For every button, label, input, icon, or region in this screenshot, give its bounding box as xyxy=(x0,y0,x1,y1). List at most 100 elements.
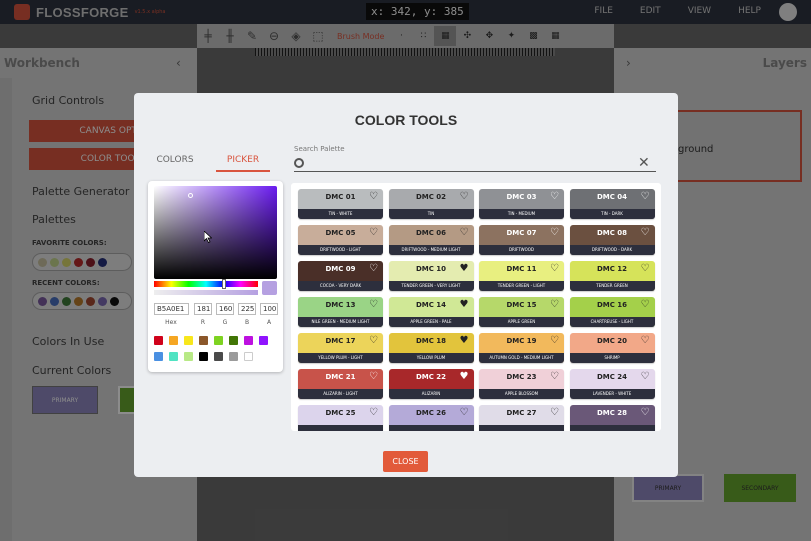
heart-outline-icon[interactable]: ♡ xyxy=(369,408,378,418)
thread-card[interactable]: DMC 08 ♡ DRIFTWOOD - DARK xyxy=(569,225,655,255)
heart-filled-icon[interactable]: ♥ xyxy=(460,372,469,382)
heart-outline-icon[interactable]: ♡ xyxy=(641,228,650,238)
preset-color-swatch[interactable] xyxy=(184,352,193,361)
thread-description: ALIZARIN - LIGHT xyxy=(298,389,383,399)
search-label: Search Palette xyxy=(294,145,345,153)
thread-card[interactable]: DMC 28 ♡ xyxy=(569,405,655,431)
saturation-value-area[interactable] xyxy=(154,186,277,279)
preset-color-swatch[interactable] xyxy=(244,352,253,361)
thread-card[interactable]: DMC 20 ♡ SHRIMP xyxy=(569,333,655,363)
thread-card[interactable]: DMC 25 ♡ xyxy=(298,405,383,431)
thread-description: TIN - MEDIUM xyxy=(479,209,564,219)
heart-outline-icon[interactable]: ♡ xyxy=(550,300,559,310)
thread-card[interactable]: DMC 04 ♡ TIN - DARK xyxy=(569,189,655,219)
thread-card[interactable]: DMC 23 ♡ APPLE BLOSSOM xyxy=(479,369,564,399)
heart-outline-icon[interactable]: ♡ xyxy=(550,336,559,346)
hue-handle[interactable] xyxy=(222,279,226,289)
preset-color-swatch[interactable] xyxy=(229,336,238,345)
tab-colors[interactable]: COLORS xyxy=(148,150,202,172)
preset-color-swatch[interactable] xyxy=(214,352,223,361)
thread-card[interactable]: DMC 15 ♡ APPLE GREEN xyxy=(479,297,564,327)
thread-card[interactable]: DMC 12 ♡ TENDER GREEN xyxy=(569,261,655,291)
heart-outline-icon[interactable]: ♡ xyxy=(550,192,559,202)
thread-card[interactable]: DMC 10 ♥ TENDER GREEN - VERY LIGHT xyxy=(388,261,474,291)
thread-description: NILE GREEN - MEDIUM LIGHT xyxy=(298,317,383,327)
hex-input[interactable]: B5A0E1 xyxy=(154,303,189,315)
heart-outline-icon[interactable]: ♡ xyxy=(550,228,559,238)
preset-color-swatch[interactable] xyxy=(154,352,163,361)
heart-filled-icon[interactable]: ♥ xyxy=(460,300,469,310)
preset-color-swatch[interactable] xyxy=(259,336,268,345)
thread-card[interactable]: DMC 13 ♡ NILE GREEN - MEDIUM LIGHT xyxy=(298,297,383,327)
heart-outline-icon[interactable]: ♡ xyxy=(369,192,378,202)
heart-outline-icon[interactable]: ♡ xyxy=(641,336,650,346)
thread-card[interactable]: DMC 06 ♡ DRIFTWOOD - MEDIUM LIGHT xyxy=(388,225,474,255)
close-button[interactable]: CLOSE xyxy=(383,451,428,472)
heart-outline-icon[interactable]: ♡ xyxy=(550,408,559,418)
thread-card[interactable]: DMC 05 ♡ DRIFTWOOD - LIGHT xyxy=(298,225,383,255)
thread-card[interactable]: DMC 27 ♡ xyxy=(479,405,564,431)
r-input[interactable]: 181 xyxy=(194,303,212,315)
preset-color-swatch[interactable] xyxy=(214,336,223,345)
thread-card[interactable]: DMC 22 ♥ ALIZARIN xyxy=(388,369,474,399)
heart-outline-icon[interactable]: ♡ xyxy=(641,264,650,274)
preset-color-swatch[interactable] xyxy=(199,336,208,345)
clear-search-icon[interactable]: ✕ xyxy=(638,155,650,171)
thread-description xyxy=(298,425,383,431)
thread-description xyxy=(388,425,474,431)
g-input[interactable]: 160 xyxy=(216,303,234,315)
heart-outline-icon[interactable]: ♡ xyxy=(369,372,378,382)
heart-outline-icon[interactable]: ♡ xyxy=(641,192,650,202)
hue-slider[interactable] xyxy=(154,281,258,287)
thread-card[interactable]: DMC 26 ♡ xyxy=(388,405,474,431)
thread-card[interactable]: DMC 01 ♡ TIN - WHITE xyxy=(298,189,383,219)
thread-card[interactable]: DMC 03 ♡ TIN - MEDIUM xyxy=(479,189,564,219)
preset-color-swatch[interactable] xyxy=(229,352,238,361)
heart-outline-icon[interactable]: ♡ xyxy=(641,372,650,382)
heart-outline-icon[interactable]: ♡ xyxy=(460,228,469,238)
thread-card[interactable]: DMC 21 ♡ ALIZARIN - LIGHT xyxy=(298,369,383,399)
thread-card[interactable]: DMC 09 ♡ COCOA - VERY DARK xyxy=(298,261,383,291)
heart-outline-icon[interactable]: ♡ xyxy=(641,408,650,418)
alpha-slider[interactable] xyxy=(154,290,258,295)
preset-color-swatch[interactable] xyxy=(184,336,193,345)
heart-outline-icon[interactable]: ♡ xyxy=(550,372,559,382)
tab-picker[interactable]: PICKER xyxy=(216,150,270,172)
search-input[interactable] xyxy=(294,171,656,172)
heart-filled-icon[interactable]: ♥ xyxy=(460,336,469,346)
b-label: B xyxy=(244,319,250,326)
thread-description: DRIFTWOOD - MEDIUM LIGHT xyxy=(388,245,474,255)
thread-palette-grid: DMC 01 ♡ TIN - WHITE DMC 02 ♡ TIN DMC 03 ♡ TIN -… xyxy=(291,183,661,431)
heart-outline-icon[interactable]: ♡ xyxy=(369,228,378,238)
thread-card[interactable]: DMC 19 ♡ AUTUMN GOLD - MEDIUM LIGHT xyxy=(479,333,564,363)
thread-card[interactable]: DMC 11 ♡ TENDER GREEN - LIGHT xyxy=(479,261,564,291)
heart-outline-icon[interactable]: ♡ xyxy=(369,336,378,346)
thread-card[interactable]: DMC 17 ♡ YELLOW PLUM - LIGHT xyxy=(298,333,383,363)
thread-card[interactable]: DMC 16 ♡ CHARTREUSE - LIGHT xyxy=(569,297,655,327)
preset-color-swatch[interactable] xyxy=(169,336,178,345)
thread-card[interactable]: DMC 02 ♡ TIN xyxy=(388,189,474,219)
a-input[interactable]: 100 xyxy=(260,303,278,315)
sv-handle[interactable] xyxy=(188,193,193,198)
thread-description: TIN - WHITE xyxy=(298,209,383,219)
heart-outline-icon[interactable]: ♡ xyxy=(369,264,378,274)
preset-color-swatch[interactable] xyxy=(154,336,163,345)
heart-filled-icon[interactable]: ♥ xyxy=(460,264,469,274)
preset-color-swatch[interactable] xyxy=(244,336,253,345)
thread-card[interactable]: DMC 24 ♡ LAVENDER - WHITE xyxy=(569,369,655,399)
heart-outline-icon[interactable]: ♡ xyxy=(460,192,469,202)
thread-description: TENDER GREEN xyxy=(569,281,655,291)
thread-card[interactable]: DMC 18 ♥ YELLOW PLUM xyxy=(388,333,474,363)
heart-outline-icon[interactable]: ♡ xyxy=(641,300,650,310)
thread-description: APPLE GREEN - PALE xyxy=(388,317,474,327)
heart-outline-icon[interactable]: ♡ xyxy=(369,300,378,310)
preset-color-swatch[interactable] xyxy=(199,352,208,361)
thread-card[interactable]: DMC 07 ♡ DRIFTWOOD xyxy=(479,225,564,255)
b-input[interactable]: 225 xyxy=(238,303,256,315)
preset-color-swatch[interactable] xyxy=(169,352,178,361)
a-label: A xyxy=(266,319,272,326)
heart-outline-icon[interactable]: ♡ xyxy=(460,408,469,418)
heart-outline-icon[interactable]: ♡ xyxy=(550,264,559,274)
thread-card[interactable]: DMC 14 ♥ APPLE GREEN - PALE xyxy=(388,297,474,327)
color-tools-modal: COLOR TOOLS COLORS PICKER B5A0E1 181 160… xyxy=(134,93,678,477)
